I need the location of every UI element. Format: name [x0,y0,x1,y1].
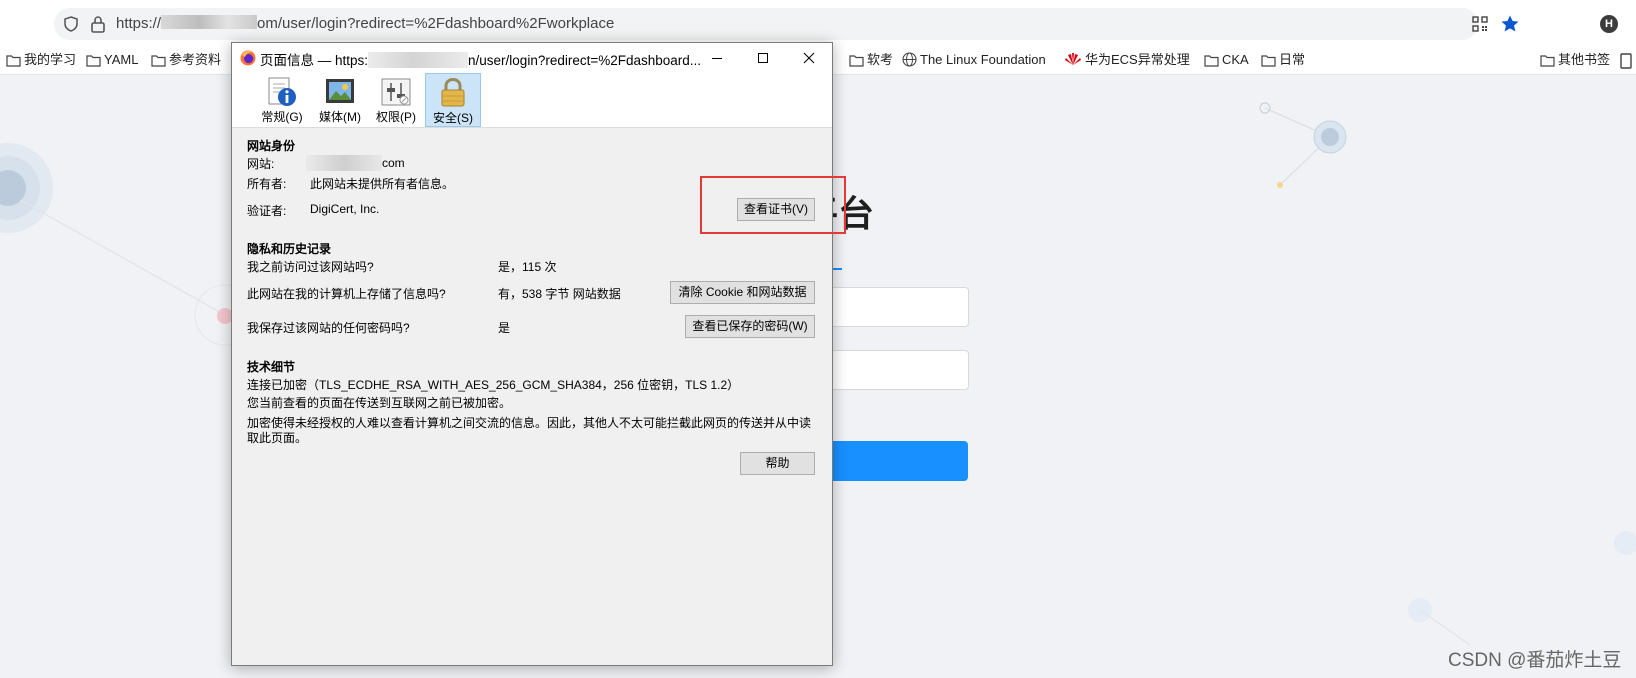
minimize-button[interactable] [694,43,740,73]
url-text[interactable]: https:// om/user/login?redirect=%2Fdashbo… [116,15,614,32]
other-bookmarks-folder[interactable]: 其他书签 [1540,51,1610,69]
close-icon [803,52,815,64]
visited-answer: 是，115 次 [498,260,557,274]
encryption-note: 您当前查看的页面在传送到互联网之前已被加密。 [247,396,512,410]
tab-media-label: 媒体(M) [319,110,361,124]
folder-icon [1261,55,1276,67]
title-redacted-host [368,52,469,68]
bookmark-folder[interactable]: 日常 [1261,51,1305,69]
tab-general-label: 常规(G) [261,110,303,124]
tab-permissions[interactable]: 权限(P) [368,73,424,127]
tab-security-label: 安全(S) [433,111,473,125]
bookmark-folder[interactable]: YAML [86,51,138,69]
owner-label: 所有者: [247,177,287,191]
folder-icon [1540,55,1555,67]
tab-permissions-label: 权限(P) [376,110,416,124]
website-value: com [306,155,405,171]
dialog-title-suffix: n/user/login?redirect=%2Fdashboard... [468,53,702,68]
dialog-tabs: 常规(G) 媒体(M) 权限(P) 安全(S) [232,73,832,128]
visited-question: 我之前访问过该网站吗? [247,260,374,274]
annotation-highlight-box [700,176,846,234]
verifier-label: 验证者: [247,204,287,218]
stored-data-question: 此网站在我的计算机上存储了信息吗? [247,287,446,301]
reading-list-icon[interactable] [1620,53,1632,69]
privacy-heading: 隐私和历史记录 [247,242,332,256]
lock-icon[interactable] [90,15,106,33]
help-button[interactable]: 帮助 [740,452,815,475]
bookmark-label: 我的学习 [24,52,77,67]
view-saved-passwords-button[interactable]: 查看已保存的密码(W) [685,315,815,338]
profile-avatar[interactable]: H [1600,15,1618,33]
tab-media[interactable]: 媒体(M) [312,73,368,127]
password-input[interactable] [820,350,969,390]
page-info-dialog: 页面信息 — https: n/user/login?redirect=%2Fda… [231,42,833,666]
lock-icon [441,77,465,107]
owner-value: 此网站未提供所有者信息。 [310,177,455,191]
bookmark-label: 参考资料 [169,52,222,67]
bookmark-folder[interactable]: CKA [1204,51,1249,69]
bookmark-label: 华为ECS异常处理 [1085,52,1190,67]
maximize-button[interactable] [740,43,786,73]
bookmark-folder[interactable]: 参考资料 [151,51,221,69]
dialog-title-prefix: 页面信息 — https: [260,53,369,68]
permissions-icon [381,78,411,106]
identity-heading: 网站身份 [247,139,296,153]
url-suffix: om/user/login?redirect=%2Fdashboard%2Fwo… [257,15,615,32]
huawei-logo-icon [1065,53,1081,65]
folder-icon [151,55,166,67]
dialog-titlebar[interactable]: 页面信息 — https: n/user/login?redirect=%2Fda… [232,43,832,73]
browser-toolbar: https:// om/user/login?redirect=%2Fdashbo… [0,0,1636,46]
bookmark-folder[interactable]: 软考 [849,51,893,69]
watermark: CSDN @番茄炸土豆 [1448,650,1622,671]
technical-heading: 技术细节 [247,360,296,374]
media-icon [326,79,354,103]
folder-icon [86,55,101,67]
bookmark-star-icon[interactable] [1500,14,1520,34]
website-redacted [306,155,382,171]
dialog-title: 页面信息 — https: n/user/login?redirect=%2Fda… [260,49,701,69]
url-redacted-host [161,15,258,29]
username-input[interactable] [820,287,969,327]
qr-code-icon[interactable] [1472,16,1488,32]
saved-passwords-question: 我保存过该网站的任何密码吗? [247,321,410,335]
tab-security[interactable]: 安全(S) [425,73,481,127]
bookmark-label: 其他书签 [1558,52,1611,67]
website-label: 网站: [247,157,275,171]
encryption-explanation-line2: 取此页面。 [247,431,308,445]
saved-passwords-answer: 是 [498,321,511,335]
maximize-icon [758,53,768,63]
minimize-icon [712,58,722,59]
folder-icon [1204,55,1219,67]
bookmark-label: 日常 [1279,52,1306,67]
tracking-protection-icon[interactable] [64,16,78,32]
bookmark-link[interactable]: The Linux Foundation [902,51,1046,69]
bookmark-label: 软考 [867,52,894,67]
encryption-details: 连接已加密（TLS_ECDHE_RSA_WITH_AES_256_GCM_SHA… [247,378,740,392]
bookmark-label: YAML [104,52,139,67]
folder-icon [849,55,864,67]
encryption-explanation-line1: 加密使得未经授权的人难以查看计算机之间交流的信息。因此，其他人不太可能拦截此网页… [247,416,812,430]
bookmark-label: The Linux Foundation [920,52,1046,67]
clear-cookies-button[interactable]: 清除 Cookie 和网站数据 [670,281,815,304]
firefox-icon [240,50,256,66]
address-bar[interactable]: https:// om/user/login?redirect=%2Fdashbo… [54,8,1519,40]
info-icon [268,77,296,106]
bookmark-folder[interactable]: 我的学习 [6,51,76,69]
folder-icon [6,55,21,67]
tab-general[interactable]: 常规(G) [254,73,310,127]
login-button[interactable] [820,441,968,481]
stored-data-answer: 有，538 字节 网站数据 [498,287,621,301]
url-prefix: https:// [116,15,162,32]
globe-icon [902,52,917,67]
bookmark-link[interactable]: 华为ECS异常处理 [1064,51,1190,69]
close-button[interactable] [786,43,832,73]
bookmark-label: CKA [1222,52,1249,67]
verifier-value: DigiCert, Inc. [310,202,380,216]
website-value-text: com [382,156,405,170]
